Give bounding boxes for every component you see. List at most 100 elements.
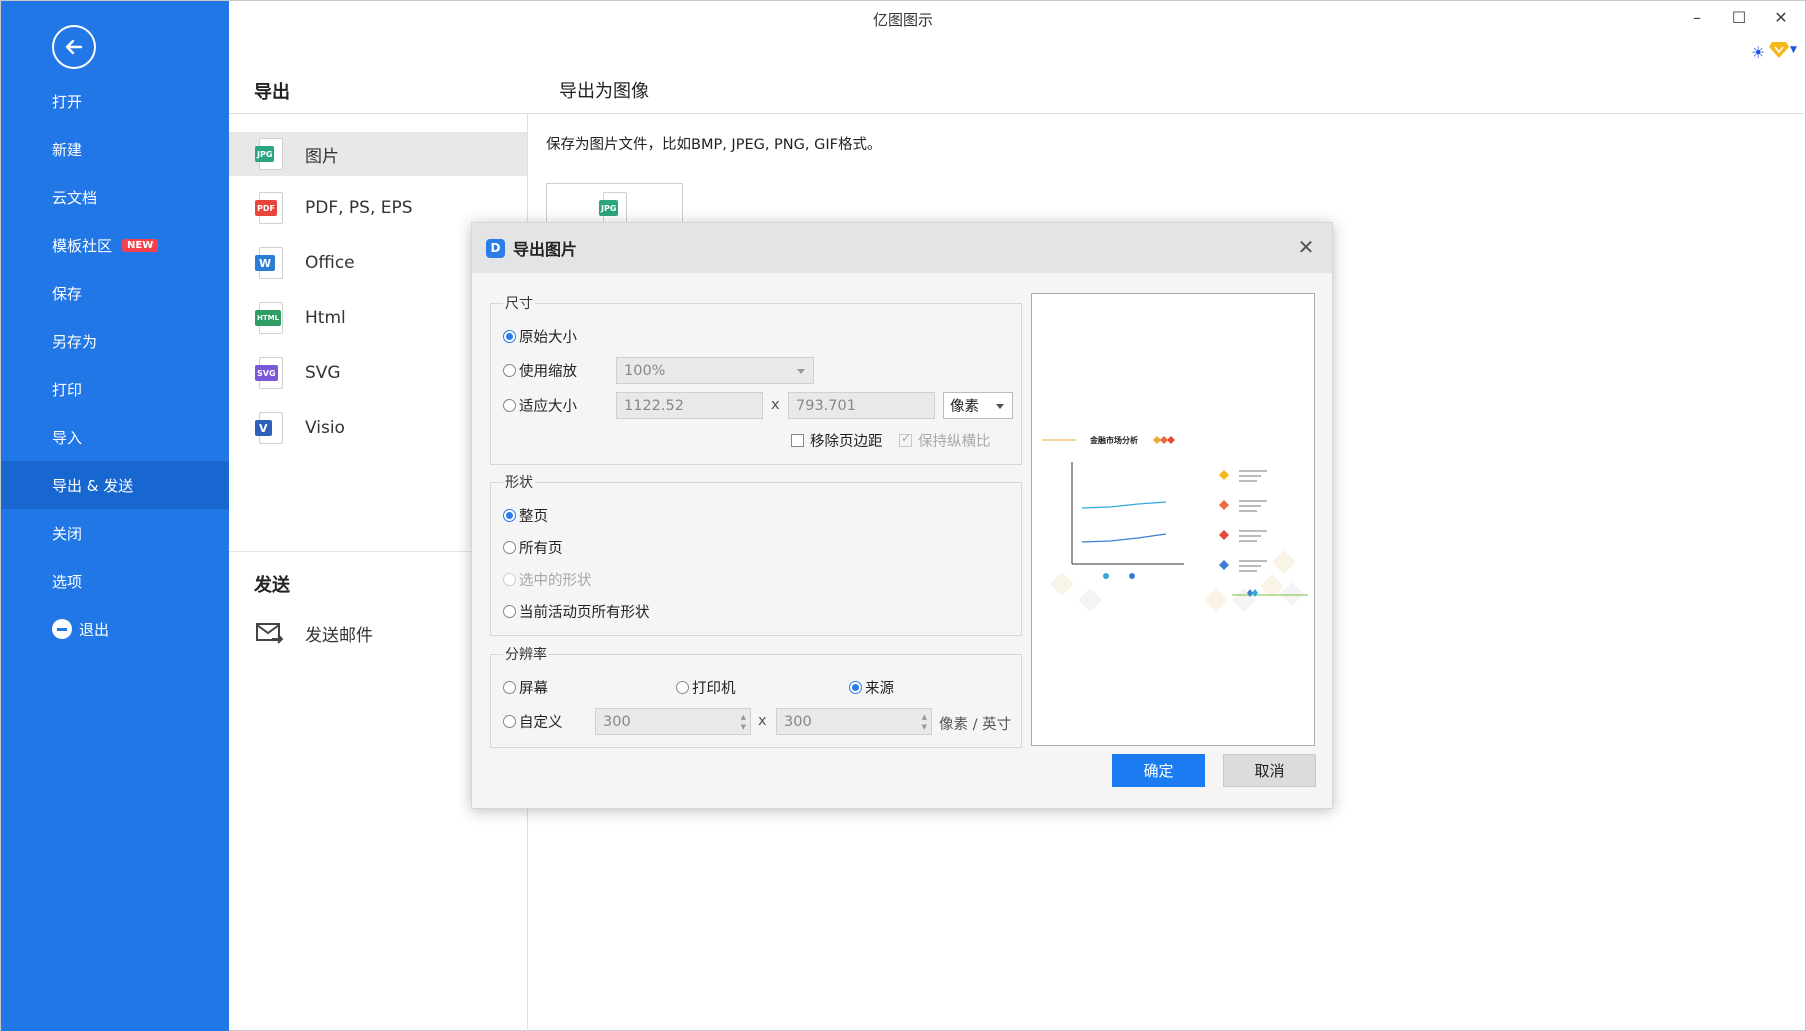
dialog-title: 导出图片 — [513, 240, 578, 259]
app-logo-icon: D — [486, 238, 505, 258]
radio-indicator — [503, 364, 516, 377]
keep-ratio-checkbox[interactable]: 保持纵横比 — [899, 430, 991, 451]
sidebar-item-print[interactable]: 打印 — [1, 365, 229, 413]
sidebar-item-label: 另存为 — [52, 332, 98, 351]
maximize-icon: ☐ — [1731, 7, 1747, 27]
current-page-shapes-radio[interactable]: 当前活动页所有形状 — [503, 601, 650, 622]
unit-select[interactable]: 像素 — [943, 392, 1013, 419]
theme-sun-icon[interactable]: ☀ — [1751, 43, 1765, 62]
new-badge: NEW — [122, 238, 159, 252]
sidebar-item-label: 选项 — [52, 572, 83, 591]
chevron-down-icon — [996, 404, 1004, 409]
panel-description: 保存为图片文件，比如BMP, JPEG, PNG, GIF格式。 — [546, 137, 882, 153]
sidebar-item-label: 关闭 — [52, 524, 83, 543]
option-label: 保持纵横比 — [918, 434, 991, 450]
sidebar-item-open[interactable]: 打开 — [1, 77, 229, 125]
sidebar-item-import[interactable]: 导入 — [1, 413, 229, 461]
whole-page-radio[interactable]: 整页 — [503, 505, 548, 526]
checkbox-indicator — [899, 431, 912, 447]
export-item-image[interactable]: JPG 图片 — [229, 132, 527, 176]
height-input[interactable]: 793.701 — [788, 392, 935, 419]
radio-indicator — [503, 681, 516, 694]
remove-margin-checkbox[interactable]: 移除页边距 — [791, 430, 883, 451]
sidebar-item-exit[interactable]: 退出 — [1, 605, 229, 653]
sidebar-item-templates[interactable]: 模板社区 NEW — [1, 221, 229, 269]
export-image-dialog: D 导出图片 ✕ 尺寸 原始大小 使用缩放 100% 适应大小 1122.52 … — [471, 222, 1333, 809]
dpi-y-value: 300 — [784, 713, 812, 730]
option-label: 整页 — [519, 509, 548, 525]
use-zoom-radio[interactable]: 使用缩放 — [503, 360, 577, 381]
option-label: 所有页 — [519, 541, 563, 557]
visio-file-icon: V — [255, 412, 283, 444]
zoom-value: 100% — [624, 362, 666, 379]
sidebar-item-label: 模板社区 — [52, 236, 113, 255]
dpi-unit-label: 像素 / 英寸 — [939, 717, 1012, 733]
screen-radio[interactable]: 屏幕 — [503, 677, 548, 698]
sidebar-item-label: 新建 — [52, 140, 83, 159]
width-input[interactable]: 1122.52 — [616, 392, 763, 419]
sidebar-item-label: 导入 — [52, 428, 83, 447]
spin-up-icon[interactable]: ▲ — [741, 713, 746, 721]
chevron-down-icon — [797, 369, 805, 374]
export-item-label: Office — [305, 253, 355, 273]
sidebar-item-close[interactable]: 关闭 — [1, 509, 229, 557]
close-window-button[interactable]: ✕ — [1763, 3, 1799, 31]
source-radio[interactable]: 来源 — [849, 677, 894, 698]
custom-radio[interactable]: 自定义 — [503, 711, 563, 732]
selected-shapes-radio[interactable]: 选中的形状 — [503, 569, 592, 590]
maximize-button[interactable]: ☐ — [1721, 3, 1757, 31]
minimize-icon: – — [1693, 7, 1701, 27]
export-item-label: SVG — [305, 363, 341, 383]
option-label: 屏幕 — [519, 681, 548, 697]
all-pages-radio[interactable]: 所有页 — [503, 537, 563, 558]
width-value: 1122.52 — [624, 397, 684, 414]
spin-up-icon[interactable]: ▲ — [922, 713, 927, 721]
vip-diamond-icon[interactable] — [1769, 41, 1789, 59]
sidebar: 打开 新建 云文档 模板社区 NEW 保存 另存为 打印 导入 导出 & 发送 关… — [1, 1, 229, 1031]
option-label: 来源 — [865, 681, 894, 697]
export-item-label: PDF, PS, EPS — [305, 198, 413, 218]
radio-indicator — [503, 330, 516, 343]
preview-image: 金融市场分析 — [1040, 430, 1308, 616]
back-button[interactable] — [52, 25, 96, 69]
cancel-button[interactable]: 取消 — [1223, 754, 1316, 787]
minimize-button[interactable]: – — [1679, 3, 1715, 31]
sidebar-item-export-send[interactable]: 导出 & 发送 — [1, 461, 229, 509]
close-icon: ✕ — [1297, 235, 1315, 259]
radio-indicator — [849, 681, 862, 694]
original-size-radio[interactable]: 原始大小 — [503, 326, 577, 347]
preview-chart-title: 金融市场分析 — [1089, 435, 1138, 445]
zoom-select[interactable]: 100% — [616, 357, 814, 384]
dialog-close-button[interactable]: ✕ — [1294, 235, 1318, 259]
sidebar-item-save-as[interactable]: 另存为 — [1, 317, 229, 365]
sidebar-item-new[interactable]: 新建 — [1, 125, 229, 173]
app-window: 打开 新建 云文档 模板社区 NEW 保存 另存为 打印 导入 导出 & 发送 关… — [0, 0, 1806, 1031]
sidebar-item-label: 云文档 — [52, 188, 98, 207]
spin-down-icon[interactable]: ▼ — [741, 723, 746, 731]
jpg-file-icon: JPG — [599, 192, 627, 224]
resolution-group: 分辨率 屏幕 打印机 来源 自定义 300 ▲ ▼ x 300 ▲ ▼ 像素 / 英寸 — [490, 644, 1022, 748]
export-item-label: 图片 — [305, 146, 339, 167]
confirm-button[interactable]: 确定 — [1112, 754, 1205, 787]
sidebar-item-cloud[interactable]: 云文档 — [1, 173, 229, 221]
close-icon: ✕ — [1774, 7, 1788, 27]
radio-indicator — [503, 541, 516, 554]
sidebar-item-label: 打开 — [52, 92, 83, 111]
pdf-file-icon: PDF — [255, 192, 283, 224]
send-email-label: 发送邮件 — [305, 625, 373, 646]
printer-radio[interactable]: 打印机 — [676, 677, 736, 698]
sidebar-item-save[interactable]: 保存 — [1, 269, 229, 317]
shape-group: 形状 整页 所有页 选中的形状 当前活动页所有形状 — [490, 472, 1022, 636]
option-label: 自定义 — [519, 715, 563, 731]
spin-down-icon[interactable]: ▼ — [922, 723, 927, 731]
fit-size-radio[interactable]: 适应大小 — [503, 395, 577, 416]
dpi-y-input[interactable]: 300 ▲ ▼ — [776, 708, 932, 735]
export-heading: 导出 — [254, 82, 290, 103]
dpi-x-input[interactable]: 300 ▲ ▼ — [595, 708, 751, 735]
preview-pane: 金融市场分析 — [1031, 293, 1315, 746]
unit-value: 像素 — [950, 399, 979, 415]
sidebar-item-label: 导出 & 发送 — [52, 476, 134, 495]
sidebar-item-label: 退出 — [79, 620, 110, 639]
dropdown-caret-icon[interactable]: ▼ — [1790, 45, 1797, 55]
sidebar-item-options[interactable]: 选项 — [1, 557, 229, 605]
